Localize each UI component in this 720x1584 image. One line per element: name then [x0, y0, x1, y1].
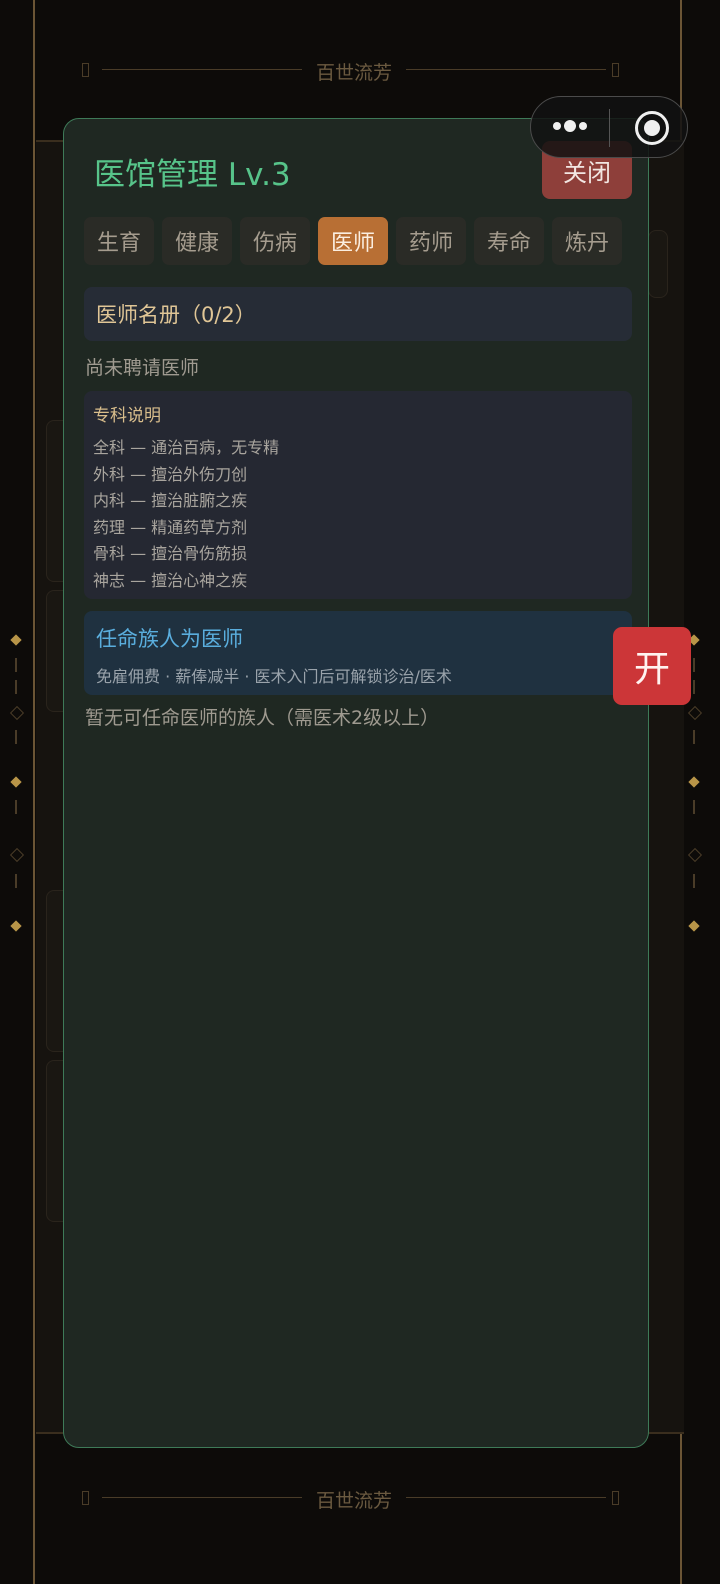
- specialty-line: 全科 — 通治百病，无专精: [93, 438, 280, 457]
- specialty-line: 药理 — 精通药草方剂: [93, 517, 248, 537]
- tab-lifespan[interactable]: 寿命: [474, 217, 544, 265]
- hospital-management-modal: 医馆管理 Lv.3 关闭 生育 健康 伤病 医师 药师 寿命 炼丹 医师名册（0…: [63, 118, 649, 1448]
- tab-physician[interactable]: 医师: [318, 217, 388, 265]
- open-float-button[interactable]: 开: [613, 627, 691, 705]
- capsule-close-icon[interactable]: [635, 111, 669, 145]
- background-card: [648, 230, 668, 298]
- tab-bar: 生育 健康 伤病 医师 药师 寿命 炼丹: [84, 217, 622, 265]
- specialty-info-box: 专科说明 全科 — 通治百病，无专精 外科 — 擅治外伤刀创 内科 — 擅治脏腑…: [84, 391, 632, 599]
- tab-health[interactable]: 健康: [162, 217, 232, 265]
- side-ornament-left: [9, 630, 25, 950]
- frame-edge-left: [33, 0, 35, 1584]
- specialty-title: 专科说明: [93, 406, 161, 426]
- appoint-empty-text: 暂无可任命医师的族人（需医术2级以上）: [85, 707, 440, 729]
- specialty-line: 骨科 — 擅治骨伤筋损: [93, 544, 248, 563]
- banner-text-bottom: 百世流芳: [315, 1490, 392, 1512]
- tab-pharmacist[interactable]: 药师: [396, 217, 466, 265]
- appoint-clan-physician-card[interactable]: 任命族人为医师 免雇佣费 · 薪俸减半 · 医术入门后可解锁诊治/医术: [84, 611, 632, 695]
- appoint-title: 任命族人为医师: [96, 627, 243, 651]
- specialty-line: 内科 — 擅治脏腑之疾: [93, 491, 248, 510]
- capsule-divider: [609, 109, 610, 147]
- top-banner: 百世流芳: [82, 58, 626, 84]
- specialty-line: 外科 — 擅治外伤刀创: [93, 464, 248, 484]
- appoint-subtitle: 免雇佣费 · 薪俸减半 · 医术入门后可解锁诊治/医术: [96, 667, 452, 686]
- tab-injury[interactable]: 伤病: [240, 217, 310, 265]
- physician-roster-header: 医师名册（0/2）: [84, 287, 632, 341]
- bottom-banner: 百世流芳: [82, 1486, 626, 1512]
- modal-title: 医馆管理 Lv.3: [94, 157, 291, 193]
- tab-alchemy[interactable]: 炼丹: [552, 217, 622, 265]
- tab-birth[interactable]: 生育: [84, 217, 154, 265]
- more-dots-icon[interactable]: [551, 113, 591, 139]
- miniprogram-capsule: [530, 96, 688, 158]
- banner-text-top: 百世流芳: [315, 62, 392, 84]
- specialty-line: 神志 — 擅治心神之疾: [93, 570, 248, 590]
- roster-empty-text: 尚未聘请医师: [85, 357, 200, 379]
